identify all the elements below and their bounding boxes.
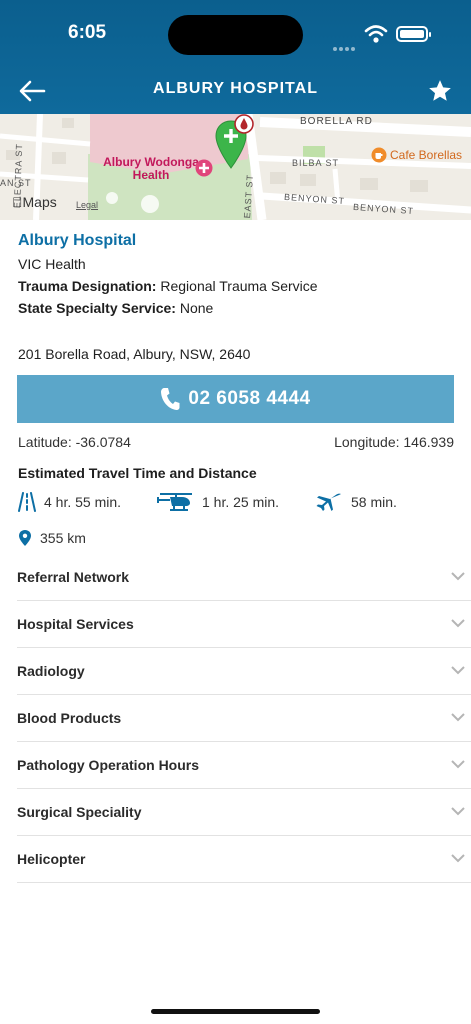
hospital-address: 201 Borella Road, Albury, NSW, 2640 [18,346,251,362]
section-helicopter[interactable]: Helicopter [17,836,471,883]
state-specialty-service: State Specialty Service: None [18,300,458,316]
section-label: Pathology Operation Hours [17,757,200,773]
road-icon [18,492,36,512]
travel-road: 4 hr. 55 min. [18,492,121,512]
favorite-star-icon[interactable] [427,78,453,104]
road-label-bilba: BILBA ST [292,158,340,168]
hospital-poi-icon [195,159,213,177]
chevron-down-icon [451,854,465,863]
health-network: VIC Health [18,256,86,272]
chevron-down-icon [451,807,465,816]
section-pathology-operation-hours[interactable]: Pathology Operation Hours [17,742,471,789]
call-button[interactable]: 02 6058 4444 [17,375,454,423]
chevron-down-icon [451,760,465,769]
maps-brand: Maps [12,194,57,210]
chevron-down-icon [451,666,465,675]
helicopter-icon [157,493,192,511]
maps-brand-text: Maps [12,194,57,210]
travel-distance: 355 km [18,528,86,548]
travel-plane-time: 58 min. [351,494,397,510]
state-specialty-value: None [179,300,214,316]
section-list: Referral Network Hospital Services Radio… [17,554,471,883]
section-label: Helicopter [17,851,86,867]
section-label: Hospital Services [17,616,134,632]
location-marker-icon [19,530,31,546]
section-label: Referral Network [17,569,130,585]
hospital-name: Albury Hospital [18,232,137,249]
chevron-down-icon [451,572,465,581]
wifi-icon [364,25,388,43]
trauma-designation-label: Trauma Designation: [18,278,157,294]
cafe-icon [371,147,387,163]
status-bar: 6:05 [0,0,471,66]
section-label: Surgical Speciality [17,804,142,820]
road-label-an: AN ST [0,178,32,188]
latitude: Latitude: -36.0784 [18,434,131,450]
section-radiology[interactable]: Radiology [17,648,471,695]
travel-road-time: 4 hr. 55 min. [44,494,122,510]
hospital-map-label: Albury Wodonga Health [103,155,199,182]
page-title: ALBURY HOSPITAL [153,80,318,97]
section-blood-products[interactable]: Blood Products [17,695,471,742]
dynamic-island [168,15,303,55]
chevron-down-icon [451,713,465,722]
battery-icon [396,26,431,42]
hospital-details: Albury Hospital VIC Health Trauma Design… [18,230,458,316]
section-hospital-services[interactable]: Hospital Services [17,601,471,648]
status-time: 6:05 [68,22,107,43]
section-label: Radiology [17,663,85,679]
cafe-map-label: Cafe Borellas [390,148,463,162]
phone-number: 02 6058 4444 [188,388,311,409]
section-referral-network[interactable]: Referral Network [17,554,471,601]
home-indicator[interactable] [151,1009,320,1014]
map-legal-link[interactable]: Legal [76,200,98,210]
section-label: Blood Products [17,710,122,726]
travel-distance-value: 355 km [40,530,86,546]
travel-helicopter-time: 1 hr. 25 min. [202,494,280,510]
phone-icon [161,388,180,410]
travel-helicopter: 1 hr. 25 min. [156,492,279,512]
signal-icon [333,38,357,51]
app-header: 6:05 ALBURY HOSPITAL [0,0,471,114]
travel-section-title: Estimated Travel Time and Distance [18,465,257,481]
state-specialty-label: State Specialty Service: [18,300,176,316]
longitude: Longitude: 146.939 [334,434,454,450]
trauma-designation-value: Regional Trauma Service [160,278,318,294]
trauma-designation: Trauma Designation: Regional Trauma Serv… [18,278,458,294]
section-surgical-speciality[interactable]: Surgical Speciality [17,789,471,836]
road-label-borella: BORELLA RD [300,116,373,127]
plane-icon [316,493,341,511]
location-map[interactable]: Albury Wodonga Health Cafe Borellas BORE… [0,114,471,220]
blood-drop-marker-icon [234,114,254,134]
travel-plane: 58 min. [315,492,397,512]
chevron-down-icon [451,619,465,628]
